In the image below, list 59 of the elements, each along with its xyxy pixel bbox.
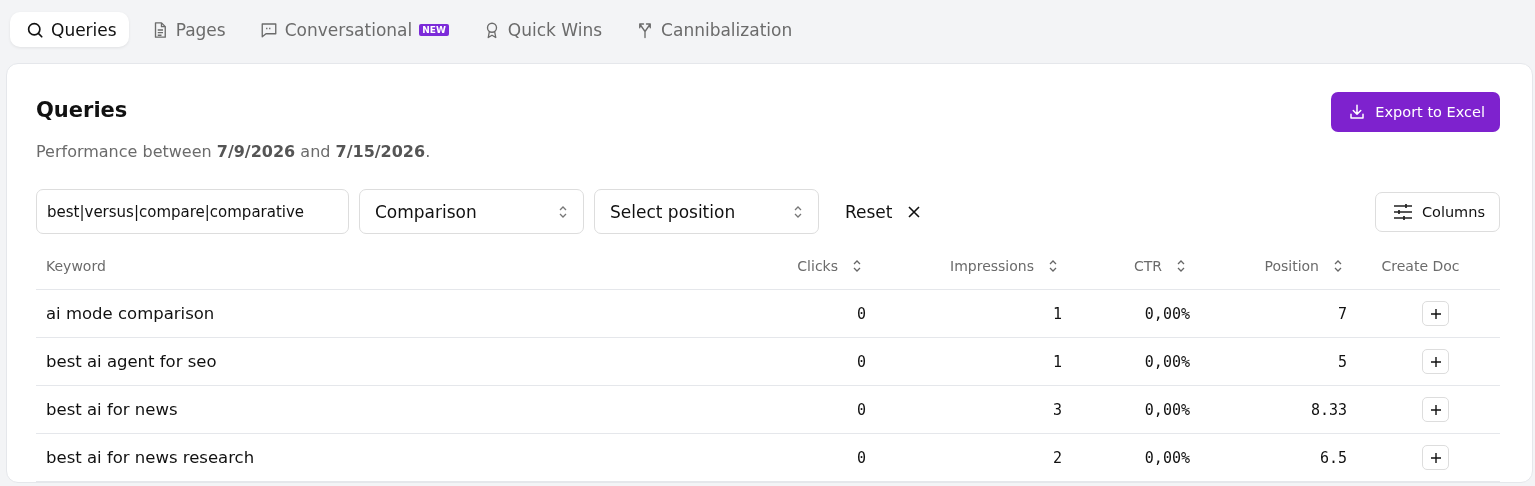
table-cell: best ai for news research bbox=[46, 448, 255, 467]
table-cell: ai mode comparison bbox=[46, 304, 215, 323]
add-doc-button[interactable] bbox=[1422, 397, 1449, 422]
sort-icon[interactable] bbox=[1048, 258, 1058, 273]
table-cell: best ai agent for seo bbox=[46, 352, 217, 371]
table-cell: 1 bbox=[1052, 304, 1062, 323]
column-header[interactable]: Clicks bbox=[797, 257, 838, 274]
table-cell: 1 bbox=[1052, 352, 1062, 371]
add-doc-button[interactable] bbox=[1422, 301, 1449, 326]
column-header[interactable]: Impressions bbox=[950, 257, 1034, 274]
sort-icon[interactable] bbox=[852, 258, 862, 273]
tab[interactable]: Conversational NEW bbox=[243, 12, 461, 47]
table-cell: 0 bbox=[856, 304, 866, 323]
table-cell: 0,00% bbox=[1144, 400, 1190, 419]
export-button[interactable]: Export to Excel bbox=[1331, 92, 1500, 132]
plus-icon bbox=[1430, 452, 1441, 463]
tab[interactable]: Quick Wins bbox=[466, 12, 615, 47]
plus-icon bbox=[1430, 356, 1441, 367]
column-header[interactable]: Position bbox=[1264, 257, 1319, 274]
table-cell: 0 bbox=[856, 352, 866, 371]
sort-icon[interactable] bbox=[1333, 258, 1343, 273]
table-cell: best ai for news bbox=[46, 400, 178, 419]
table-cell: 8.33 bbox=[1310, 400, 1347, 419]
search-icon bbox=[26, 20, 44, 39]
add-doc-button[interactable] bbox=[1422, 445, 1449, 470]
chevron-up-down-icon bbox=[558, 204, 568, 219]
position-select[interactable]: Select position bbox=[594, 189, 819, 234]
table-cell: 5 bbox=[1337, 352, 1347, 371]
table-cell: 0,00% bbox=[1144, 352, 1190, 371]
chat-icon bbox=[259, 20, 278, 39]
plus-icon bbox=[1430, 308, 1441, 319]
reset-button[interactable]: Reset bbox=[829, 201, 937, 222]
table-cell: 3 bbox=[1052, 400, 1062, 419]
download-icon bbox=[1348, 103, 1367, 121]
add-doc-button[interactable] bbox=[1422, 349, 1449, 374]
close-icon bbox=[906, 204, 921, 219]
table-cell: 0,00% bbox=[1144, 304, 1190, 323]
keyword-filter-field[interactable]: best|versus|compare|comparative bbox=[36, 189, 349, 234]
new-badge: NEW bbox=[419, 23, 449, 36]
columns-button[interactable]: Columns bbox=[1374, 191, 1500, 232]
column-header: Create Doc bbox=[1381, 257, 1460, 274]
table-cell: 2 bbox=[1052, 448, 1062, 467]
column-header[interactable]: CTR bbox=[1133, 257, 1162, 274]
category-select[interactable]: Comparison bbox=[359, 189, 584, 234]
plus-icon bbox=[1430, 404, 1441, 415]
table-cell: 6.5 bbox=[1319, 448, 1347, 467]
panel-title: Queries bbox=[36, 98, 129, 122]
tab[interactable]: Cannibalization bbox=[620, 12, 805, 47]
chevron-up-down-icon bbox=[793, 204, 803, 219]
table-cell: 7 bbox=[1337, 304, 1347, 323]
table-cell: 0 bbox=[856, 400, 866, 419]
tab[interactable]: Pages bbox=[134, 12, 238, 47]
sort-icon[interactable] bbox=[1176, 258, 1186, 273]
table-cell: 0 bbox=[856, 448, 866, 467]
table-cell: 0,00% bbox=[1144, 448, 1190, 467]
tab[interactable]: Queries bbox=[10, 12, 129, 47]
date-range-text: Performance between 7/9/2026 and 7/15/2026. bbox=[36, 142, 431, 161]
column-header: Keyword bbox=[46, 257, 106, 274]
sliders-icon bbox=[1392, 202, 1413, 221]
